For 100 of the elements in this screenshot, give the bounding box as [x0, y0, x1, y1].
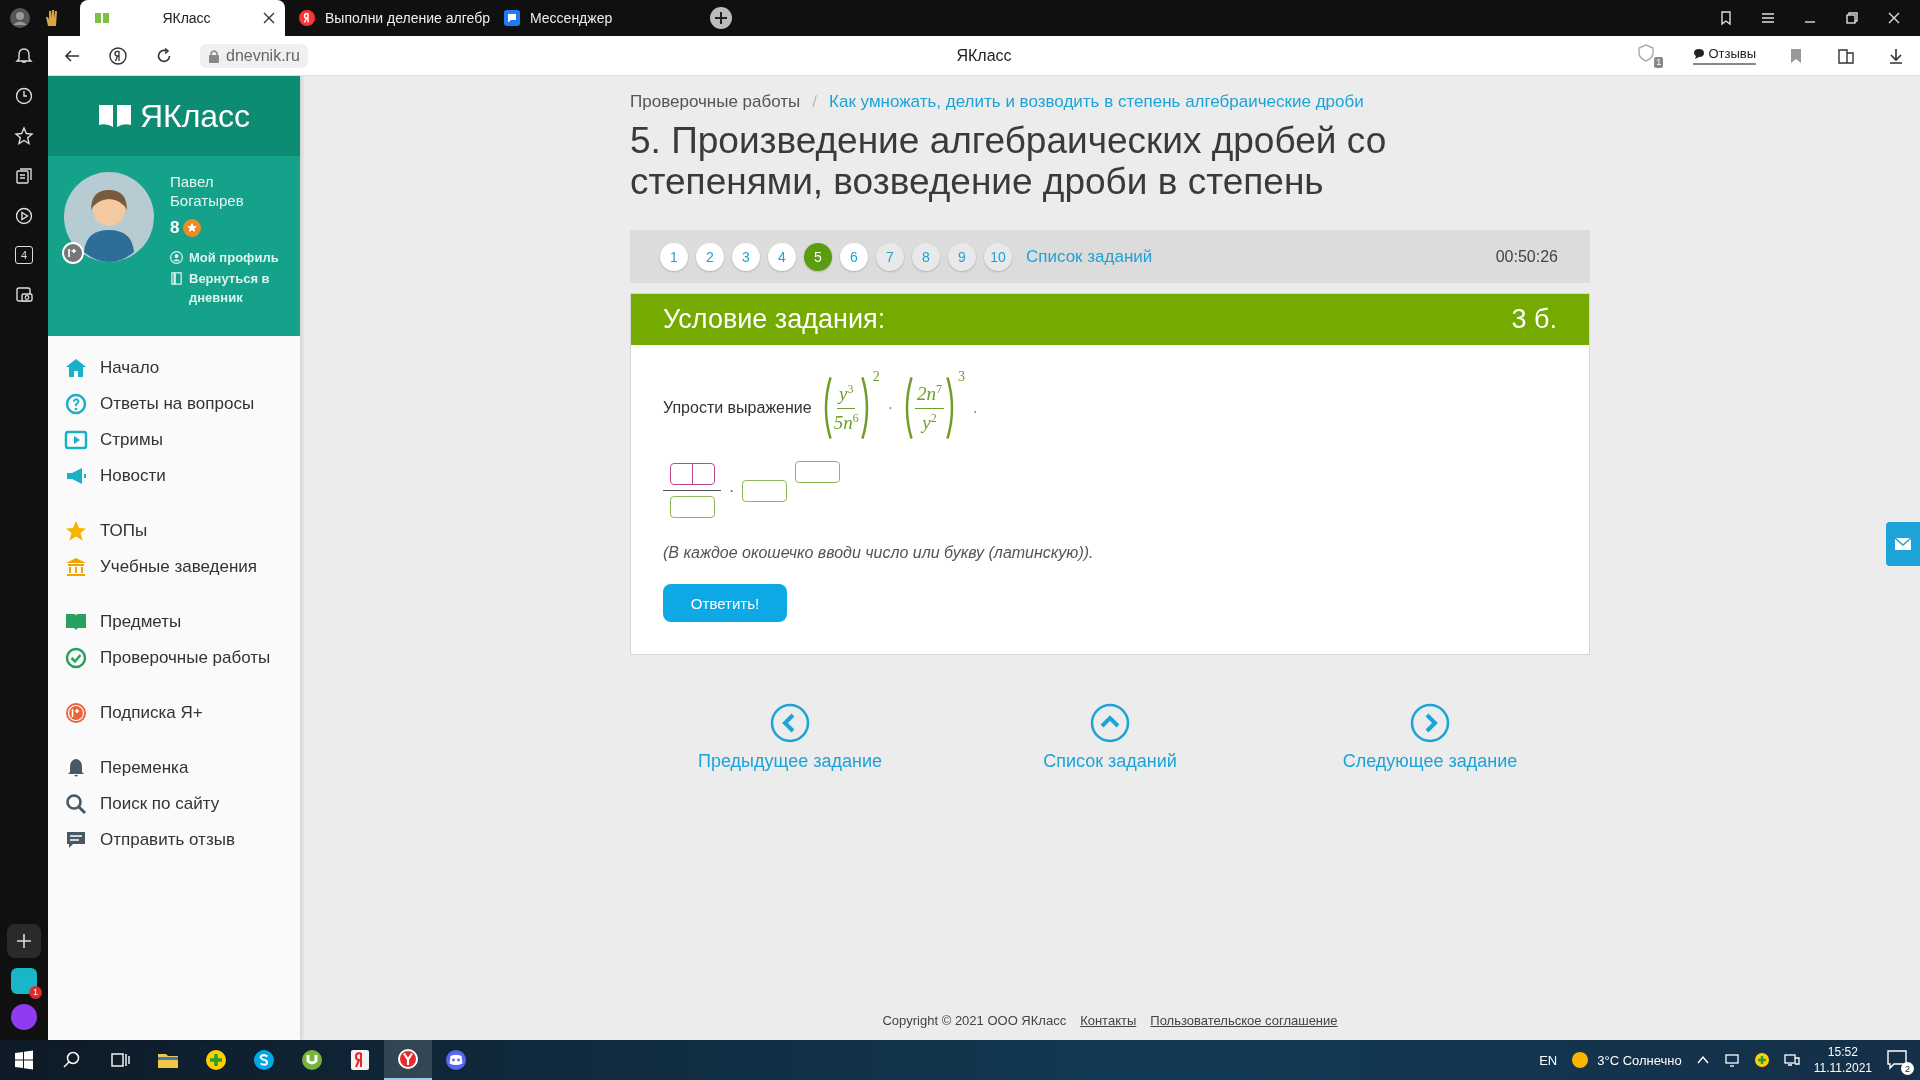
numerator: 2n$^{7}$ [915, 382, 944, 409]
chevron-left-icon [770, 703, 810, 743]
menu-item[interactable]: Переменка [64, 750, 300, 786]
house-icon [64, 356, 88, 380]
denominator: 5n$^{6}$ [833, 409, 859, 434]
clock-icon[interactable] [14, 86, 34, 106]
denominator-input[interactable] [669, 496, 715, 518]
close-icon[interactable] [263, 12, 275, 24]
page-title: ЯКласс [956, 46, 1012, 65]
y-letter-icon [348, 1048, 372, 1072]
menu-item[interactable]: Начало [64, 350, 300, 386]
lock-icon [208, 48, 220, 63]
multiply-dot: · [887, 399, 893, 417]
browser-tab[interactable]: ЯКласс [80, 0, 285, 36]
plus-icon [14, 931, 34, 951]
building-icon [64, 555, 88, 579]
exponent-input[interactable] [795, 461, 841, 483]
language-indicator[interactable]: EN [1539, 1052, 1558, 1068]
book-icon [97, 103, 132, 129]
torrent-icon [300, 1048, 324, 1072]
assistant-icon[interactable] [11, 1004, 37, 1030]
menu-item[interactable]: Подписка Я+ [64, 695, 300, 731]
copyright-text: Copyright © 2021 ООО ЯКласс [882, 1013, 1067, 1028]
y-letter-icon [299, 10, 315, 26]
menu-item[interactable]: Предметы [64, 604, 300, 640]
search-icon [64, 792, 88, 816]
monitor-icon[interactable] [1723, 1052, 1740, 1068]
door-icon [170, 272, 183, 285]
taskbar-app[interactable] [384, 1040, 432, 1080]
menu-item[interactable]: ТОПы [64, 513, 300, 549]
task-points: 3 б. [1511, 304, 1557, 335]
speech-bubble-icon [1693, 47, 1706, 60]
check-circle-icon [64, 646, 88, 670]
weather-widget[interactable]: 3°C Солнечно [1571, 1051, 1682, 1069]
play-icon[interactable] [14, 206, 34, 226]
numerator-input[interactable] [669, 463, 715, 485]
period: . [973, 399, 978, 417]
s-letter-icon [252, 1048, 276, 1072]
input-hint: (В каждое окошечко вводи число или букву (латинскую)). [663, 544, 1095, 562]
timer: 00:50:26 [1495, 247, 1558, 266]
points-count: 8 [170, 218, 180, 238]
plus-badge-icon [64, 701, 88, 725]
y-logo-icon[interactable] [108, 45, 128, 66]
clock[interactable]: 15:52 11.11.2021 [1813, 1044, 1872, 1076]
menu-item[interactable]: Отправить отзыв [64, 822, 300, 858]
bookmarks-icon[interactable] [1718, 10, 1734, 26]
sun-icon [1571, 1051, 1590, 1069]
question-icon [64, 392, 88, 416]
messenger-app-icon[interactable] [11, 968, 37, 994]
pages-icon[interactable] [14, 166, 34, 186]
camera-icon[interactable] [14, 284, 34, 304]
menu-item[interactable]: Стримы [64, 422, 300, 458]
page-heading: 5. Произведение алгебраических дробей со степенями, возведение дроби в степень [630, 120, 1388, 202]
plus-icon[interactable] [709, 6, 733, 30]
star-icon[interactable] [14, 126, 34, 146]
feedback-tab[interactable] [1886, 522, 1920, 566]
user-name: Павел Богатырев [170, 172, 245, 210]
plus-circle-icon [204, 1048, 228, 1072]
base-input[interactable] [742, 479, 788, 502]
menu-item[interactable]: Поиск по сайту [64, 786, 300, 822]
add-button[interactable] [7, 924, 41, 958]
menu-item[interactable]: Учебные заведения [64, 549, 300, 585]
footer-link[interactable]: Пользовательское соглашение [1150, 1013, 1338, 1028]
browser-tab[interactable]: Мессенджер [490, 0, 695, 36]
exponent: 2 [872, 369, 880, 385]
windows-logo-icon [12, 1048, 36, 1072]
address-field[interactable]: dnevnik.ru [200, 43, 308, 68]
numerator: y$^{3}$ [836, 382, 856, 409]
breadcrumb-text: Проверочные работы [630, 92, 801, 112]
chevron-up-icon [1090, 703, 1130, 743]
gamepad-icon [444, 1048, 468, 1072]
counter-icon[interactable]: 4 [15, 246, 33, 264]
denominator: y$^{2}$ [922, 409, 937, 434]
star-icon [64, 519, 88, 543]
menu-item[interactable]: Новости [64, 458, 300, 494]
menu-icon[interactable] [1760, 10, 1776, 26]
breadcrumb-separator: / [812, 92, 818, 112]
browser-icon [396, 1047, 420, 1071]
star-badge-icon [183, 219, 202, 237]
task-header: Условие задания: [663, 304, 886, 335]
plus-circle-icon[interactable] [1753, 1052, 1770, 1068]
book-icon [94, 10, 110, 26]
envelope-icon [1894, 537, 1912, 551]
profile-avatar-icon[interactable] [10, 8, 30, 28]
play-icon [64, 428, 88, 452]
close-icon[interactable] [1886, 10, 1902, 26]
restore-icon[interactable] [1844, 10, 1860, 26]
chevron-right-icon [1410, 703, 1450, 743]
bell-icon[interactable] [14, 46, 34, 66]
footer-link[interactable]: Контакты [1080, 1013, 1137, 1028]
menu-item[interactable]: Проверочные работы [64, 640, 300, 676]
menu-item[interactable]: Ответы на вопросы [64, 386, 300, 422]
multiply-dot: · [729, 481, 735, 500]
exponent: 3 [958, 369, 965, 385]
plus-badge-icon [62, 242, 84, 264]
user-icon [170, 251, 183, 264]
network-icon[interactable] [1783, 1052, 1800, 1068]
feedback-button[interactable]: Отзывы [1693, 46, 1756, 65]
browser-tab[interactable]: Выполни деление алгебр [285, 0, 490, 36]
shield-button[interactable]: 1 [1637, 43, 1664, 68]
